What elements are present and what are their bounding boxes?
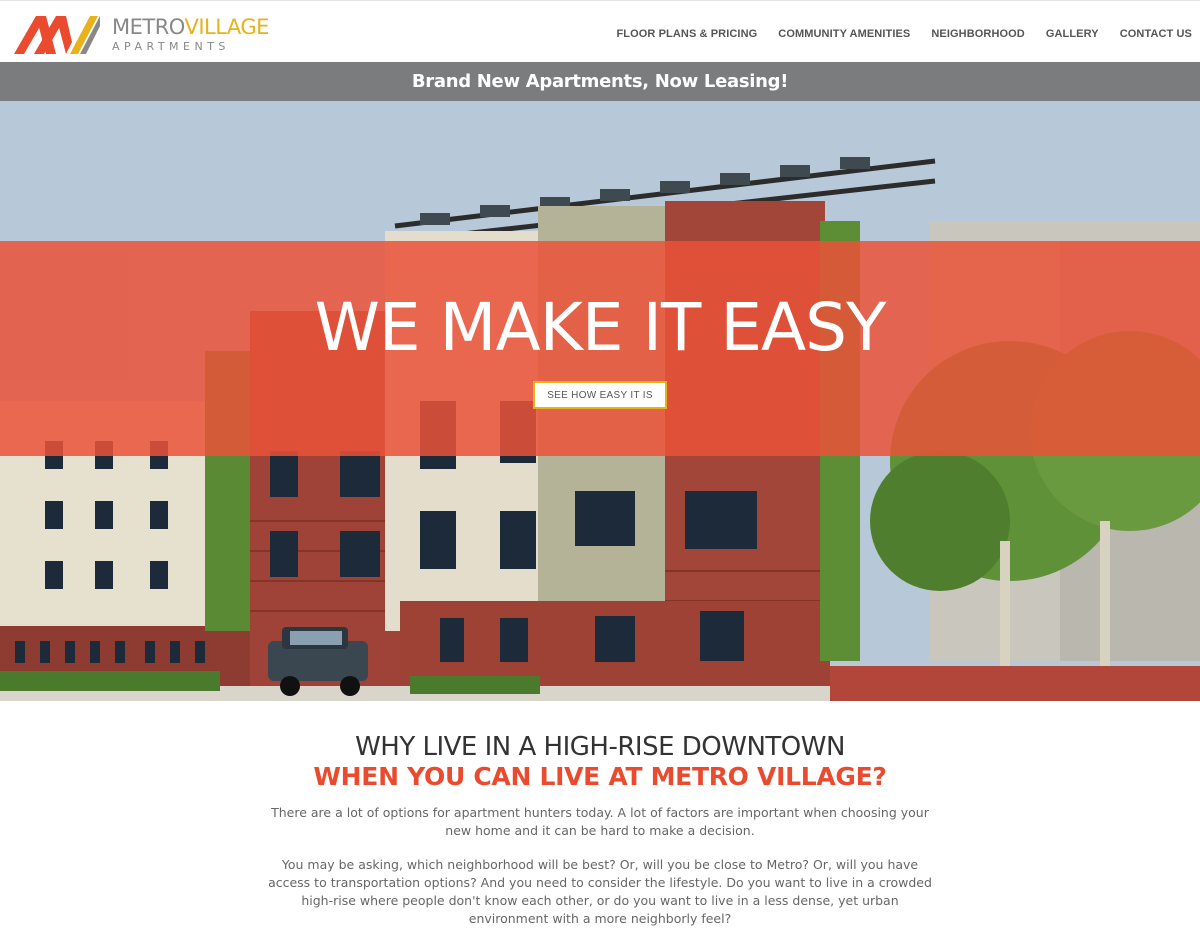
intro-heading-line1: WHY LIVE IN A HIGH-RISE DOWNTOWN: [355, 732, 845, 762]
nav-community-amenities[interactable]: COMMUNITY AMENITIES: [778, 28, 910, 40]
intro-heading-line2: WHEN YOU CAN LIVE AT METRO VILLAGE?: [313, 762, 887, 791]
logo-word-village: VILLAGE: [184, 14, 269, 39]
nav-contact-us[interactable]: CONTACT US: [1120, 28, 1192, 40]
logo-word-metro: METRO: [112, 14, 185, 39]
logo-wordmark: METROVILLAGE APARTMENTS: [112, 14, 269, 53]
intro-paragraph-1: There are a lot of options for apartment…: [271, 805, 929, 838]
nav-gallery[interactable]: GALLERY: [1046, 28, 1099, 40]
main-nav: FLOOR PLANS & PRICING COMMUNITY AMENITIE…: [595, 28, 1192, 40]
site-header: METROVILLAGE APARTMENTS FLOOR PLANS & PR…: [0, 0, 1200, 62]
intro-paragraph-2: You may be asking, which neighborhood wi…: [268, 857, 932, 926]
nav-neighborhood[interactable]: NEIGHBORHOOD: [931, 28, 1024, 40]
logo-tagline: APARTMENTS: [112, 39, 230, 53]
intro-section: WHY LIVE IN A HIGH-RISE DOWNTOWN WHEN YO…: [0, 732, 1200, 928]
leasing-banner-text: Brand New Apartments, Now Leasing!: [411, 71, 789, 92]
logo-mark-icon: [14, 16, 100, 54]
site-logo[interactable]: METROVILLAGE APARTMENTS: [12, 11, 269, 57]
hero-section: WE MAKE IT EASY SEE HOW EASY IT IS: [0, 101, 1200, 701]
see-how-easy-button[interactable]: SEE HOW EASY IT IS: [533, 381, 667, 409]
nav-floor-plans[interactable]: FLOOR PLANS & PRICING: [616, 28, 757, 40]
hero-title: WE MAKE IT EASY: [314, 289, 887, 366]
leasing-banner: Brand New Apartments, Now Leasing!: [0, 62, 1200, 101]
